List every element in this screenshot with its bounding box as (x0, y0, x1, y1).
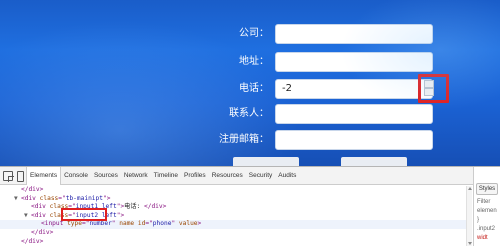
styles-sidebar-line: Filter (477, 199, 491, 205)
dom-token: phone (152, 220, 172, 228)
dom-token: =" (145, 220, 153, 228)
devtools-tab-timeline[interactable]: Timeline (151, 167, 181, 185)
dom-token: "> (103, 194, 111, 202)
phone-label: 电话： (239, 83, 269, 94)
address-label: 地址： (239, 56, 269, 67)
dom-node-line[interactable]: ▼ <div class="tb-mainipt"> (0, 195, 472, 204)
dom-node-line[interactable]: </div> (0, 186, 472, 195)
devtools-tab-network[interactable]: Network (121, 167, 151, 185)
inspect-element-icon[interactable] (3, 171, 14, 182)
dom-token: </div> (21, 186, 44, 193)
contact-label: 联系人： (229, 108, 269, 119)
dom-token: name (119, 220, 135, 228)
dom-node-line[interactable]: </div> (0, 238, 472, 246)
contact-input[interactable] (275, 104, 433, 124)
devtools-tab-sources[interactable]: Sources (91, 167, 121, 185)
number-spinner[interactable] (424, 80, 434, 96)
devtools-tabs: Elements Console Sources Network Timeline Pro… (26, 167, 299, 185)
styles-sidebar: Styles Filter elemen} .input2 widt (473, 167, 500, 246)
styles-sidebar-line: widt (477, 235, 488, 241)
dom-token: " (171, 220, 179, 228)
address-input[interactable] (275, 52, 433, 72)
devtools-panel: Elements Console Sources Network Timeline Pro… (0, 166, 500, 246)
elements-scrollbar[interactable] (466, 186, 472, 246)
dom-token: "> (116, 211, 125, 219)
web-page: 公司： 地址： 电话： -2 联系人： 注册邮箱： (0, 0, 500, 166)
devtools-tab-console[interactable]: Console (61, 167, 91, 185)
dom-token: </div> (31, 228, 54, 236)
devtools-tab-resources[interactable]: Resources (209, 167, 246, 185)
scroll-up-icon[interactable] (468, 187, 472, 190)
devtools-toolbar: Elements Console Sources Network Timeline Pro… (0, 167, 500, 185)
styles-sidebar-line: .input2 (477, 226, 496, 232)
device-mode-icon[interactable] (15, 171, 25, 182)
form-row-company: 公司： (215, 24, 437, 44)
dom-token: <input (41, 220, 68, 228)
dom-node-line[interactable]: <input type="number" name id="phone" val… (0, 220, 472, 229)
dom-token: 电话: (124, 203, 144, 211)
type-number-highlight-box (61, 208, 107, 221)
expand-toggle-icon[interactable]: ▼ (24, 212, 31, 221)
dom-token: > (197, 220, 202, 228)
form-row-phone: 电话： -2 (215, 79, 437, 99)
dom-token: <div (31, 211, 50, 219)
email-input[interactable] (275, 130, 433, 150)
dom-token: <div (31, 203, 50, 211)
styles-sidebar-line: } (477, 217, 480, 223)
devtools-tab-elements[interactable]: Elements (26, 167, 62, 185)
spinner-up-icon[interactable] (424, 80, 434, 88)
devtools-tab-security[interactable]: Security (246, 167, 275, 185)
devtools-tab-audits[interactable]: Audits (275, 167, 299, 185)
form-row-email: 注册邮箱： (215, 130, 437, 150)
form-row-address: 地址： (215, 52, 437, 72)
expand-toggle-icon[interactable]: ▼ (14, 195, 21, 204)
spinner-highlight-box (418, 74, 449, 103)
dom-token: <div (21, 194, 40, 202)
styles-sidebar-line: elemen (477, 208, 497, 214)
company-input[interactable] (275, 24, 433, 44)
form-button-right[interactable] (341, 157, 407, 166)
dom-token: number (89, 220, 112, 228)
company-label: 公司： (239, 28, 269, 39)
styles-tab[interactable]: Styles (476, 183, 498, 195)
dom-node-line[interactable]: </div> (0, 229, 472, 238)
form-row-contact: 联系人： (215, 104, 437, 124)
spinner-down-icon[interactable] (424, 88, 434, 96)
dom-token: type (67, 220, 82, 228)
dom-token: </div> (21, 237, 44, 245)
dom-token: =" (58, 194, 66, 202)
scroll-down-icon[interactable] (468, 242, 472, 245)
dom-token: tb-mainipt (65, 194, 103, 202)
dom-token: value (178, 220, 198, 228)
dom-token: class (39, 194, 59, 202)
dom-token: </div> (144, 203, 167, 211)
devtools-tab-profiles[interactable]: Profiles (181, 167, 209, 185)
form-button-left[interactable] (233, 157, 299, 166)
email-label: 注册邮箱： (219, 134, 269, 145)
phone-input[interactable]: -2 (275, 79, 433, 99)
